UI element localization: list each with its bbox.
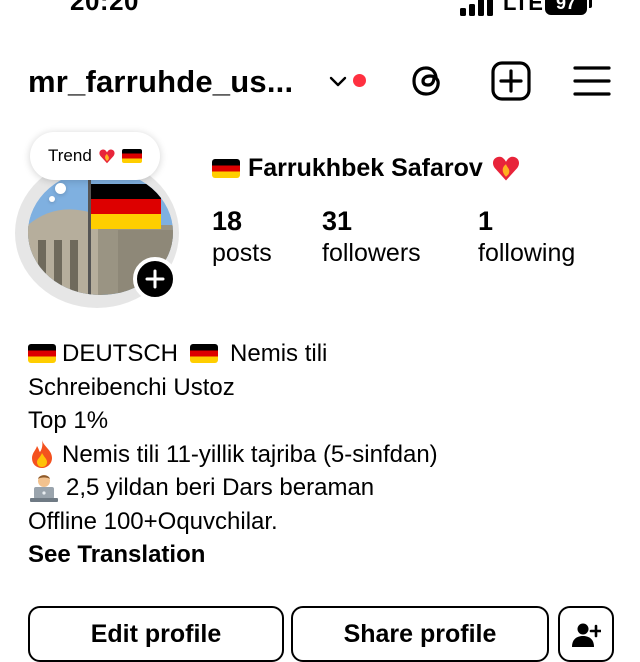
see-translation-link[interactable]: See Translation (28, 538, 438, 572)
account-switcher[interactable]: mr_farruhde_us... (28, 64, 293, 100)
german-flag-icon (28, 344, 56, 364)
note-tail (49, 196, 55, 202)
profile-full-name: Farrukhbek Safarov (212, 153, 521, 183)
bio-line: Nemis tili 11-yillik tajriba (5-sinfdan) (28, 438, 438, 472)
button-label: Share profile (343, 620, 497, 648)
network-type: LTE (503, 0, 543, 15)
stat-posts[interactable]: 18 posts (212, 206, 272, 268)
technologist-icon (30, 474, 58, 502)
bio-text: Nemis tili (230, 340, 328, 367)
stat-followers[interactable]: 31 followers (322, 206, 421, 268)
add-story-icon (145, 269, 165, 289)
bio-text: 2,5 yildan beri Dars beraman (66, 474, 375, 501)
stat-following[interactable]: 1 following (478, 206, 575, 268)
status-time: 20:20 (70, 0, 139, 16)
battery-icon: 97 (545, 0, 587, 15)
note-bubble[interactable]: Trend (30, 132, 160, 180)
create-icon[interactable] (490, 60, 532, 102)
battery-level: 97 (555, 0, 577, 13)
bio-line: DEUTSCH Nemis tili (28, 337, 438, 371)
stat-label: followers (322, 239, 421, 267)
full-name-text: Farrukhbek Safarov (248, 153, 483, 182)
chevron-down-icon[interactable] (327, 70, 349, 92)
edit-profile-button[interactable]: Edit profile (28, 606, 284, 662)
share-profile-button[interactable]: Share profile (291, 606, 549, 662)
stat-label: posts (212, 239, 272, 267)
threads-icon[interactable] (408, 60, 450, 102)
add-story-button[interactable] (133, 257, 177, 301)
bio-line: Top 1% (28, 407, 109, 434)
bio: DEUTSCH Nemis tili Schreibenchi Ustoz To… (28, 337, 438, 572)
add-person-icon (572, 623, 601, 647)
german-flag-icon (190, 344, 219, 364)
bio-line: Schreibenchi Ustoz (28, 373, 235, 401)
bio-line: Offline 100+Oquvchilar. (28, 507, 278, 535)
bio-line: 2,5 yildan beri Dars beraman (28, 471, 438, 505)
bio-text: DEUTSCH (62, 340, 179, 367)
bio-text: Nemis tili 11-yillik tajriba (5-sinfdan) (62, 440, 438, 468)
note-tail (55, 183, 66, 194)
discover-people-button[interactable] (558, 606, 614, 662)
notification-dot (353, 74, 366, 87)
stat-value: 31 (322, 206, 353, 236)
menu-icon[interactable] (572, 64, 612, 98)
heart-on-fire-icon (99, 149, 115, 164)
stat-value: 1 (478, 206, 494, 236)
heart-on-fire-icon (492, 156, 519, 181)
fire-icon (32, 440, 52, 469)
note-text: Trend (48, 146, 92, 165)
german-flag-icon (212, 158, 240, 178)
stat-value: 18 (212, 206, 243, 236)
battery-nub (589, 0, 592, 8)
stat-label: following (478, 239, 576, 267)
button-label: Edit profile (90, 620, 222, 648)
signal-icon (460, 0, 493, 16)
german-flag-icon (121, 149, 142, 163)
